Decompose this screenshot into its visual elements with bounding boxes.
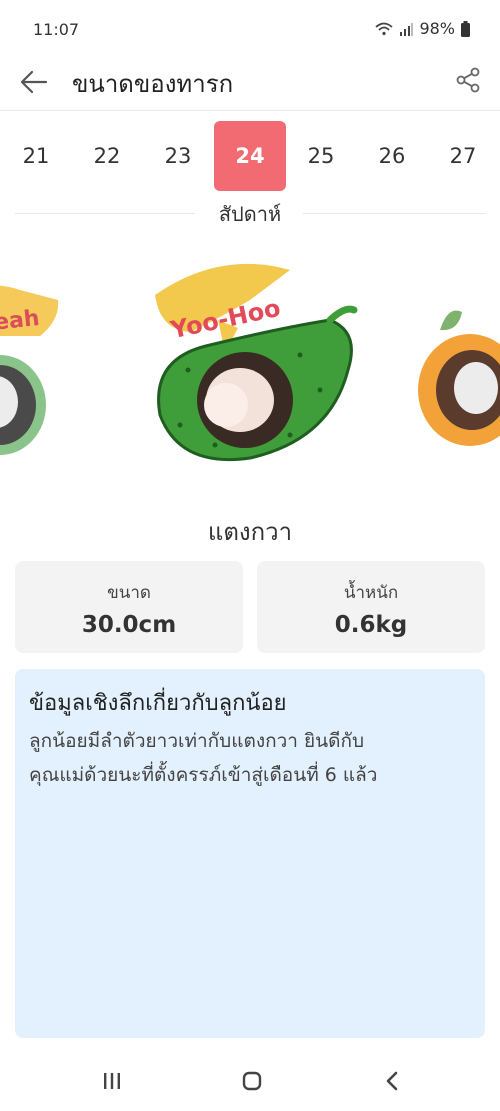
app-bar: ขนาดของทารก: [0, 58, 500, 110]
baby-size-illustration: eah Yoo-Hoo: [0, 263, 500, 462]
week-item-25[interactable]: 25: [285, 121, 357, 191]
weight-value: 0.6kg: [334, 612, 408, 638]
previous-illustration: eah: [0, 285, 59, 455]
week-item-22[interactable]: 22: [71, 121, 143, 191]
status-time: 11:07: [33, 20, 80, 39]
week-item-23[interactable]: 23: [142, 121, 214, 191]
next-illustration: [418, 310, 500, 446]
app-bar-divider: [0, 110, 500, 111]
weight-card: น้ำหนัก 0.6kg: [257, 561, 485, 653]
cucumber-illustration: Yoo-Hoo: [155, 263, 358, 462]
system-back-button[interactable]: [377, 1066, 407, 1096]
week-item-21[interactable]: 21: [0, 121, 72, 191]
insight-body: ลูกน้อยมีลำตัวยาวเท่ากับแตงกวา ยินดีกับ …: [29, 724, 471, 792]
battery-percent: 98%: [419, 19, 455, 38]
system-nav-bar: [0, 1048, 500, 1111]
insight-line-1: ลูกน้อยมีลำตัวยาวเท่ากับแตงกวา ยินดีกับ: [29, 730, 365, 752]
weight-label: น้ำหนัก: [343, 583, 399, 603]
chevron-left-icon: [386, 1071, 398, 1091]
wifi-icon: [375, 22, 394, 35]
page-title: ขนาดของทารก: [72, 70, 234, 98]
recent-apps-button[interactable]: [97, 1066, 127, 1096]
share-icon[interactable]: [454, 66, 482, 94]
insight-title: ข้อมูลเชิงลึกเกี่ยวกับลูกน้อย: [29, 691, 287, 716]
home-icon: [242, 1071, 262, 1091]
week-item-24-selected[interactable]: 24: [214, 121, 286, 191]
size-card: ขนาด 30.0cm: [15, 561, 243, 653]
status-icons: 98%: [375, 19, 470, 38]
battery-icon: [461, 20, 470, 37]
week-item-27[interactable]: 27: [427, 121, 499, 191]
back-arrow-icon[interactable]: [18, 66, 50, 98]
signal-icon: [400, 22, 414, 36]
size-value: 30.0cm: [81, 612, 177, 638]
recent-apps-icon: [104, 1073, 120, 1089]
fruit-name: แตงกวา: [207, 518, 293, 546]
week-item-26[interactable]: 26: [356, 121, 428, 191]
size-label: ขนาด: [107, 583, 151, 603]
status-bar: 11:07 98%: [0, 0, 500, 58]
baby-insight-card: ข้อมูลเชิงลึกเกี่ยวกับลูกน้อย ลูกน้อยมีล…: [15, 669, 485, 1038]
previous-speech-text: eah: [0, 306, 41, 336]
week-selector: 21 22 23 24 25 26 27: [0, 121, 500, 191]
week-label-row: สัปดาห์: [0, 198, 500, 230]
home-button[interactable]: [237, 1066, 267, 1096]
week-label: สัปดาห์: [218, 202, 282, 226]
insight-line-2: คุณแม่ด้วยนะที่ตั้งครรภ์เข้าสู่เดือนที่ …: [29, 764, 378, 786]
